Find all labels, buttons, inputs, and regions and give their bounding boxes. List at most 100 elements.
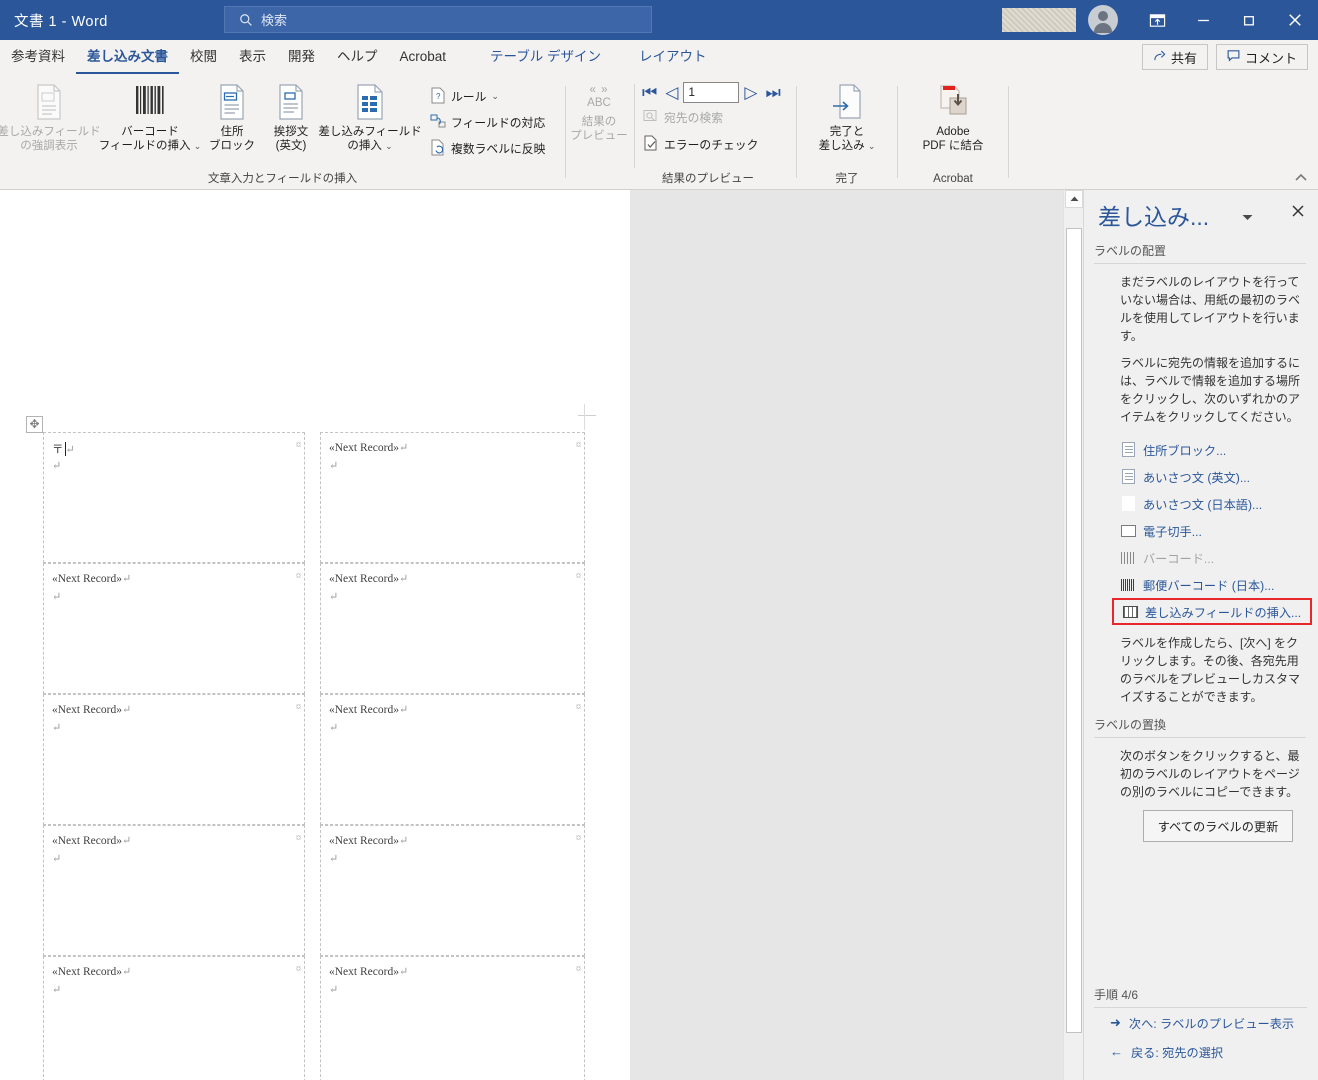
match-fields-button[interactable]: フィールドの対応 [426,110,549,135]
label-cell-1-para-mark: ↵ [52,460,62,472]
address-block-label-2: ブロック [209,140,255,152]
postal-barcode-link[interactable]: 郵便バーコード (日本)... [1084,571,1318,598]
previous-step-link[interactable]: ← 戻る: 宛先の選択 [1084,1037,1318,1066]
chevron-down-icon: ⌄ [193,141,202,151]
task-pane-section-title-label-layout: ラベルの配置 [1094,242,1306,264]
previous-step-label: 戻る: 宛先の選択 [1131,1045,1224,1060]
tab-layout[interactable]: レイアウト [628,40,718,74]
comments-button[interactable]: コメント [1215,44,1308,70]
greeting-line-label-2: (英文) [275,140,307,152]
minimize-button[interactable] [1180,0,1226,40]
tab-review[interactable]: 校閲 [179,40,228,74]
insert-barcode-field-button[interactable]: バーコード フィールドの挿入 ⌄ [98,80,202,155]
tab-help[interactable]: ヘルプ [326,40,389,74]
chevron-down-icon: ⌄ [491,91,499,101]
barcode-icon [1120,550,1136,565]
insert-merge-field-link[interactable]: 差し込みフィールドの挿入... [1112,598,1312,625]
tab-mailings[interactable]: 差し込み文書 [76,40,179,74]
label-cell-2[interactable]: «Next Record»↵ ↵ ¤ [320,432,585,563]
ribbon-display-options-icon[interactable] [1134,0,1180,40]
label-cell-5-para-mark: ↵ [52,722,62,734]
barcode-link[interactable]: バーコード... [1084,544,1318,571]
greeting-line-jp-icon [1120,496,1136,511]
tab-table-design[interactable]: テーブル デザイン [479,40,612,74]
table-row: 〒 ↵ ↵ ¤ «Next Record»↵ ↵ ¤ [43,432,585,563]
label-cell-10[interactable]: «Next Record»↵ ↵ ¤ [320,956,585,1080]
document-canvas[interactable]: ✥ 〒 ↵ ↵ ¤ «Next Record»↵ ↵ ¤ «Next Recor… [0,190,1063,1080]
insert-merge-field-button[interactable]: 差し込みフィールド の挿入 ⌄ [318,80,422,155]
scrollbar-thumb[interactable] [1066,228,1082,1033]
rules-button[interactable]: ? ルール ⌄ [426,84,549,109]
ribbon-body: 差し込みフィールド の強調表示 バーコード フィールドの挿入 ⌄ 住所 ブロック… [0,74,1318,190]
document-title: 文書 1 - Word [14,13,108,30]
task-pane-header: 差し込み... [1084,190,1318,242]
close-icon[interactable] [1292,204,1304,222]
label-cell-3[interactable]: «Next Record»↵ ↵ ¤ [43,563,305,694]
greeting-line-link[interactable]: あいさつ文 (英文)... [1084,463,1318,490]
label-cell-5[interactable]: «Next Record»↵ ↵ ¤ [43,694,305,825]
insert-merge-field-link-label: 差し込みフィールドの挿入... [1145,605,1302,620]
share-label: 共有 [1170,50,1197,66]
address-block-button[interactable]: 住所 ブロック [202,80,262,155]
next-record-button[interactable]: ▷ [741,84,760,101]
label-cell-9[interactable]: «Next Record»↵ ↵ ¤ [43,956,305,1080]
label-cell-9-text: «Next Record»↵ [52,966,132,978]
search-input[interactable]: 検索 [224,6,652,33]
update-labels-button[interactable]: 複数ラベルに反映 [426,136,549,161]
next-step-link[interactable]: ➜ 次へ: ラベルのプレビュー表示 [1084,1008,1318,1037]
first-record-button[interactable]: ⏮ [639,84,660,101]
document-page[interactable]: ✥ 〒 ↵ ↵ ¤ «Next Record»↵ ↵ ¤ «Next Recor… [0,190,630,1080]
label-cell-6[interactable]: «Next Record»↵ ↵ ¤ [320,694,585,825]
merge-to-adobe-pdf-button[interactable]: Adobe PDF に結合 [905,80,1001,155]
avatar[interactable] [1088,5,1118,35]
postal-barcode-link-label: 郵便バーコード (日本)... [1143,578,1275,593]
electronic-postage-link[interactable]: 電子切手... [1084,517,1318,544]
electronic-postage-link-label: 電子切手... [1143,524,1202,539]
highlight-merge-fields-button[interactable]: 差し込みフィールド の強調表示 [0,80,101,155]
arrow-right-icon: ➜ [1110,1014,1121,1030]
cell-end-mark: ¤ [576,440,581,451]
label-cell-6-text: «Next Record»↵ [329,704,409,716]
table-move-handle[interactable]: ✥ [26,416,43,433]
label-table[interactable]: 〒 ↵ ↵ ¤ «Next Record»↵ ↵ ¤ «Next Record»↵… [43,432,585,1080]
tab-acrobat[interactable]: Acrobat [389,40,458,74]
task-pane-paragraph-1: まだラベルのレイアウトを行っていない場合は、用紙の最初のラベルを使用してレイアウ… [1120,275,1301,343]
greeting-line-jp-link[interactable]: あいさつ文 (日本語)... [1084,490,1318,517]
finish-and-merge-button[interactable]: 完了と 差し込み ⌄ [803,80,891,155]
previous-record-button[interactable]: ◁ [662,84,681,101]
greeting-line-button[interactable]: 挨拶文 (英文) [262,80,320,155]
preview-results-button[interactable]: « » ABC 結果の プレビュー [566,80,632,145]
check-errors-button[interactable]: エラーのチェック [639,132,784,157]
insert-barcode-field-label-1: バーコード [121,126,179,138]
merge-to-adobe-pdf-label-2: PDF に結合 [922,140,984,152]
next-step-label: 次へ: ラベルのプレビュー表示 [1128,1016,1295,1031]
merge-to-adobe-pdf-label-1: Adobe [936,126,970,138]
address-block-link[interactable]: 住所ブロック... [1084,436,1318,463]
find-recipient-button[interactable]: 宛先の検索 [639,105,784,130]
update-all-labels-button[interactable]: すべてのラベルの更新 [1142,810,1294,842]
close-button[interactable] [1272,0,1318,40]
insert-merge-field-icon [1122,604,1138,619]
record-number-input[interactable]: 1 [683,82,740,103]
arrow-left-icon: ← [1110,1044,1123,1059]
label-cell-8[interactable]: «Next Record»↵ ↵ ¤ [320,825,585,956]
insert-merge-field-label-1: 差し込みフィールド [318,126,422,138]
chevron-up-icon[interactable] [1294,170,1308,185]
chevron-down-icon[interactable] [1242,212,1253,224]
window-controls [1002,0,1318,40]
scroll-up-button[interactable] [1065,190,1083,208]
last-record-button[interactable]: ⏭ [762,84,783,101]
vertical-scrollbar[interactable] [1063,190,1083,1080]
label-cell-7[interactable]: «Next Record»↵ ↵ ¤ [43,825,305,956]
tab-references[interactable]: 参考資料 [0,40,76,74]
address-block-icon [1120,442,1136,457]
tab-developer[interactable]: 開発 [277,40,326,74]
maximize-button[interactable] [1226,0,1272,40]
table-row: «Next Record»↵ ↵ ¤ «Next Record»↵ ↵ ¤ [43,694,585,825]
share-button[interactable]: 共有 [1141,44,1208,70]
label-cell-1[interactable]: 〒 ↵ ↵ ¤ [43,432,305,563]
task-pane-paragraph-4: 次のボタンをクリックすると、最初のラベルのレイアウトをページの別のラベルにコピー… [1120,749,1300,799]
comments-label: コメント [1244,50,1297,66]
tab-view[interactable]: 表示 [228,40,277,74]
label-cell-4[interactable]: «Next Record»↵ ↵ ¤ [320,563,585,694]
